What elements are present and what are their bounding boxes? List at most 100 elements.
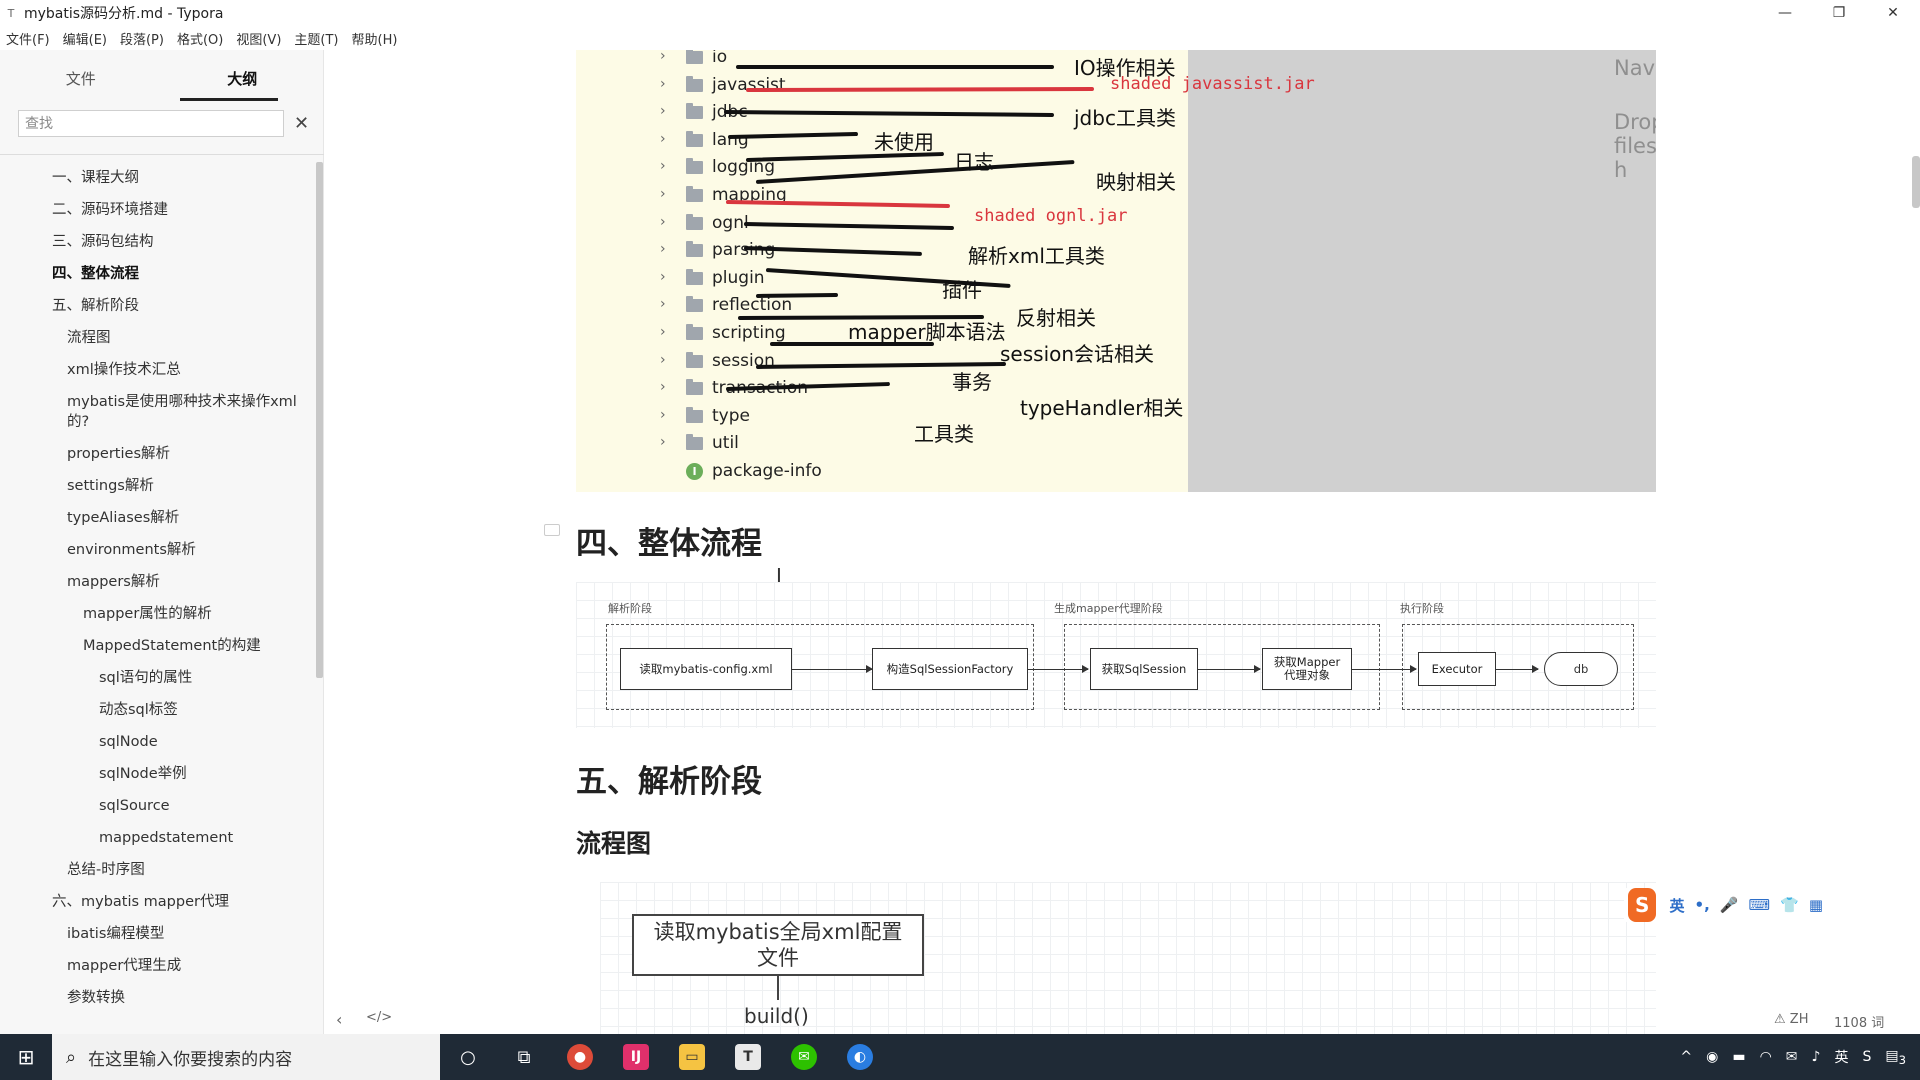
node-build-factory: 构造SqlSessionFactory: [872, 648, 1028, 690]
source-mode-icon[interactable]: </>: [366, 1010, 392, 1025]
file-explorer-icon[interactable]: ▭: [664, 1034, 720, 1080]
package-name: util: [712, 433, 739, 454]
search-icon: ⌕: [66, 1046, 77, 1068]
arrow-4: [1352, 665, 1417, 673]
outline-item[interactable]: 五、解析阶段: [0, 290, 316, 322]
node-executor: Executor: [1418, 652, 1496, 686]
menu-file[interactable]: 文件(F): [6, 29, 50, 48]
tray-wechat-icon[interactable]: ✉: [1786, 1049, 1798, 1065]
task-view-icon[interactable]: ⧉: [496, 1034, 552, 1080]
menu-format[interactable]: 格式(O): [177, 29, 223, 48]
outline-item[interactable]: 参数转换: [0, 982, 316, 1014]
menu-theme[interactable]: 主题(T): [294, 29, 338, 48]
outline-item[interactable]: properties解析: [0, 438, 316, 470]
close-button[interactable]: ✕: [1866, 0, 1920, 26]
outline-item[interactable]: mybatis是使用哪种技术来操作xml的?: [0, 386, 316, 438]
word-count[interactable]: 1108 词: [1834, 1012, 1884, 1031]
chrome-icon[interactable]: ●: [552, 1034, 608, 1080]
sogou-logo-icon[interactable]: S: [1628, 888, 1657, 922]
tab-outline[interactable]: 大纲: [162, 50, 324, 102]
outline-item[interactable]: sql语句的属性: [0, 662, 316, 694]
microphone-icon[interactable]: 🎤: [1720, 896, 1739, 914]
outline-item[interactable]: mappers解析: [0, 566, 316, 598]
folder-icon: [686, 158, 703, 175]
spellcheck-language[interactable]: ⚠ ZH: [1774, 1012, 1808, 1027]
stage-label-execute: 执行阶段: [1400, 602, 1444, 615]
outline-search-input[interactable]: [18, 110, 284, 137]
notification-icon[interactable]: ▤3: [1885, 1048, 1906, 1067]
editor-scrollbar[interactable]: [1912, 156, 1920, 208]
outline-item[interactable]: 六、mybatis mapper代理: [0, 886, 316, 918]
editor-area[interactable]: Navigation Drop files h › io › javassist › jd…: [324, 50, 1920, 1034]
annotation-label: session会话相关: [1000, 342, 1155, 366]
annotation-label: 事务: [952, 370, 992, 394]
outline-item[interactable]: 二、源码环境搭建: [0, 194, 316, 226]
drop-files-text: Drop files h: [1614, 110, 1656, 182]
tray-sogou-icon[interactable]: S: [1862, 1049, 1871, 1065]
toolbox-icon[interactable]: ▦: [1809, 896, 1823, 914]
tray-overflow-icon[interactable]: ^: [1680, 1049, 1692, 1065]
outline-item[interactable]: mapper属性的解析: [0, 598, 316, 630]
minimize-button[interactable]: —: [1758, 0, 1812, 26]
taskbar-search-placeholder: 在这里输入你要搜索的内容: [88, 1049, 293, 1070]
outline-item[interactable]: 流程图: [0, 322, 316, 354]
annotation-label: 反射相关: [1016, 306, 1096, 330]
skin-icon[interactable]: 👕: [1780, 896, 1799, 914]
ime-toolbar[interactable]: S 英 •, 🎤 ⌨ 👕 ▦: [1624, 888, 1828, 922]
stage-label-parse: 解析阶段: [608, 602, 652, 615]
folder-icon: [686, 75, 703, 92]
typora-taskbar-icon[interactable]: T: [720, 1034, 776, 1080]
keyboard-icon[interactable]: ⌨: [1748, 896, 1770, 914]
menu-paragraph[interactable]: 段落(P): [120, 29, 164, 48]
folder-icon: [686, 406, 703, 423]
punctuation-icon[interactable]: •,: [1694, 896, 1709, 914]
browser-icon[interactable]: ◐: [832, 1034, 888, 1080]
annotation-label: shaded javassist.jar: [1110, 74, 1315, 94]
outline-item[interactable]: 动态sql标签: [0, 694, 316, 726]
chevron-right-icon: ›: [660, 241, 666, 258]
tray-ime-indicator[interactable]: 英: [1834, 1047, 1848, 1067]
network-icon[interactable]: ◠: [1760, 1049, 1772, 1065]
outline-item[interactable]: 四、整体流程: [0, 258, 316, 290]
chevron-right-icon: ›: [660, 379, 666, 396]
menu-view[interactable]: 视图(V): [236, 29, 281, 48]
taskbar-search[interactable]: ⌕ 在这里输入你要搜索的内容: [52, 1034, 440, 1080]
outline-item[interactable]: settings解析: [0, 470, 316, 502]
heading-flowchart: 流程图: [576, 829, 652, 858]
volume-icon[interactable]: ♪: [1812, 1049, 1821, 1065]
ime-language-toggle[interactable]: 英: [1669, 895, 1684, 916]
outline-item[interactable]: mappedstatement: [0, 822, 316, 854]
system-tray: ^ ◉ ▬ ◠ ✉ ♪ 英 S ▤3: [1673, 1034, 1920, 1080]
active-tab-indicator: [180, 98, 278, 101]
tray-360-icon[interactable]: ◉: [1706, 1049, 1718, 1065]
outline-item[interactable]: sqlNode: [0, 726, 316, 758]
outline-item[interactable]: MappedStatement的构建: [0, 630, 316, 662]
outline-item[interactable]: 三、源码包结构: [0, 226, 316, 258]
menu-edit[interactable]: 编辑(E): [63, 29, 107, 48]
battery-icon[interactable]: ▬: [1732, 1049, 1745, 1065]
outline-item[interactable]: environments解析: [0, 534, 316, 566]
folder-icon: [686, 434, 703, 451]
tab-files[interactable]: 文件: [0, 50, 162, 102]
intellij-icon[interactable]: IJ: [608, 1034, 664, 1080]
toggle-sidebar-icon[interactable]: ‹: [336, 1010, 342, 1029]
chevron-right-icon: ›: [660, 158, 666, 175]
outline-item[interactable]: ibatis编程模型: [0, 918, 316, 950]
cortana-icon[interactable]: ○: [440, 1034, 496, 1080]
restore-button[interactable]: ❐: [1812, 0, 1866, 26]
annotation-label: 工具类: [914, 422, 974, 446]
sidebar-scrollbar[interactable]: [316, 162, 323, 678]
close-icon[interactable]: ✕: [294, 113, 309, 134]
outline-item[interactable]: sqlSource: [0, 790, 316, 822]
outline-item[interactable]: typeAliases解析: [0, 502, 316, 534]
heading-collapse-marker[interactable]: [544, 524, 560, 536]
outline-item[interactable]: 一、课程大纲: [0, 162, 316, 194]
menu-help[interactable]: 帮助(H): [352, 29, 398, 48]
outline-item[interactable]: xml操作技术汇总: [0, 354, 316, 386]
outline-item[interactable]: sqlNode举例: [0, 758, 316, 790]
outline-item[interactable]: 总结-时序图: [0, 854, 316, 886]
outline-item[interactable]: mapper代理生成: [0, 950, 316, 982]
windows-start-icon[interactable]: ⊞: [0, 1034, 52, 1080]
chevron-right-icon: ›: [660, 75, 666, 92]
wechat-icon[interactable]: ✉: [776, 1034, 832, 1080]
